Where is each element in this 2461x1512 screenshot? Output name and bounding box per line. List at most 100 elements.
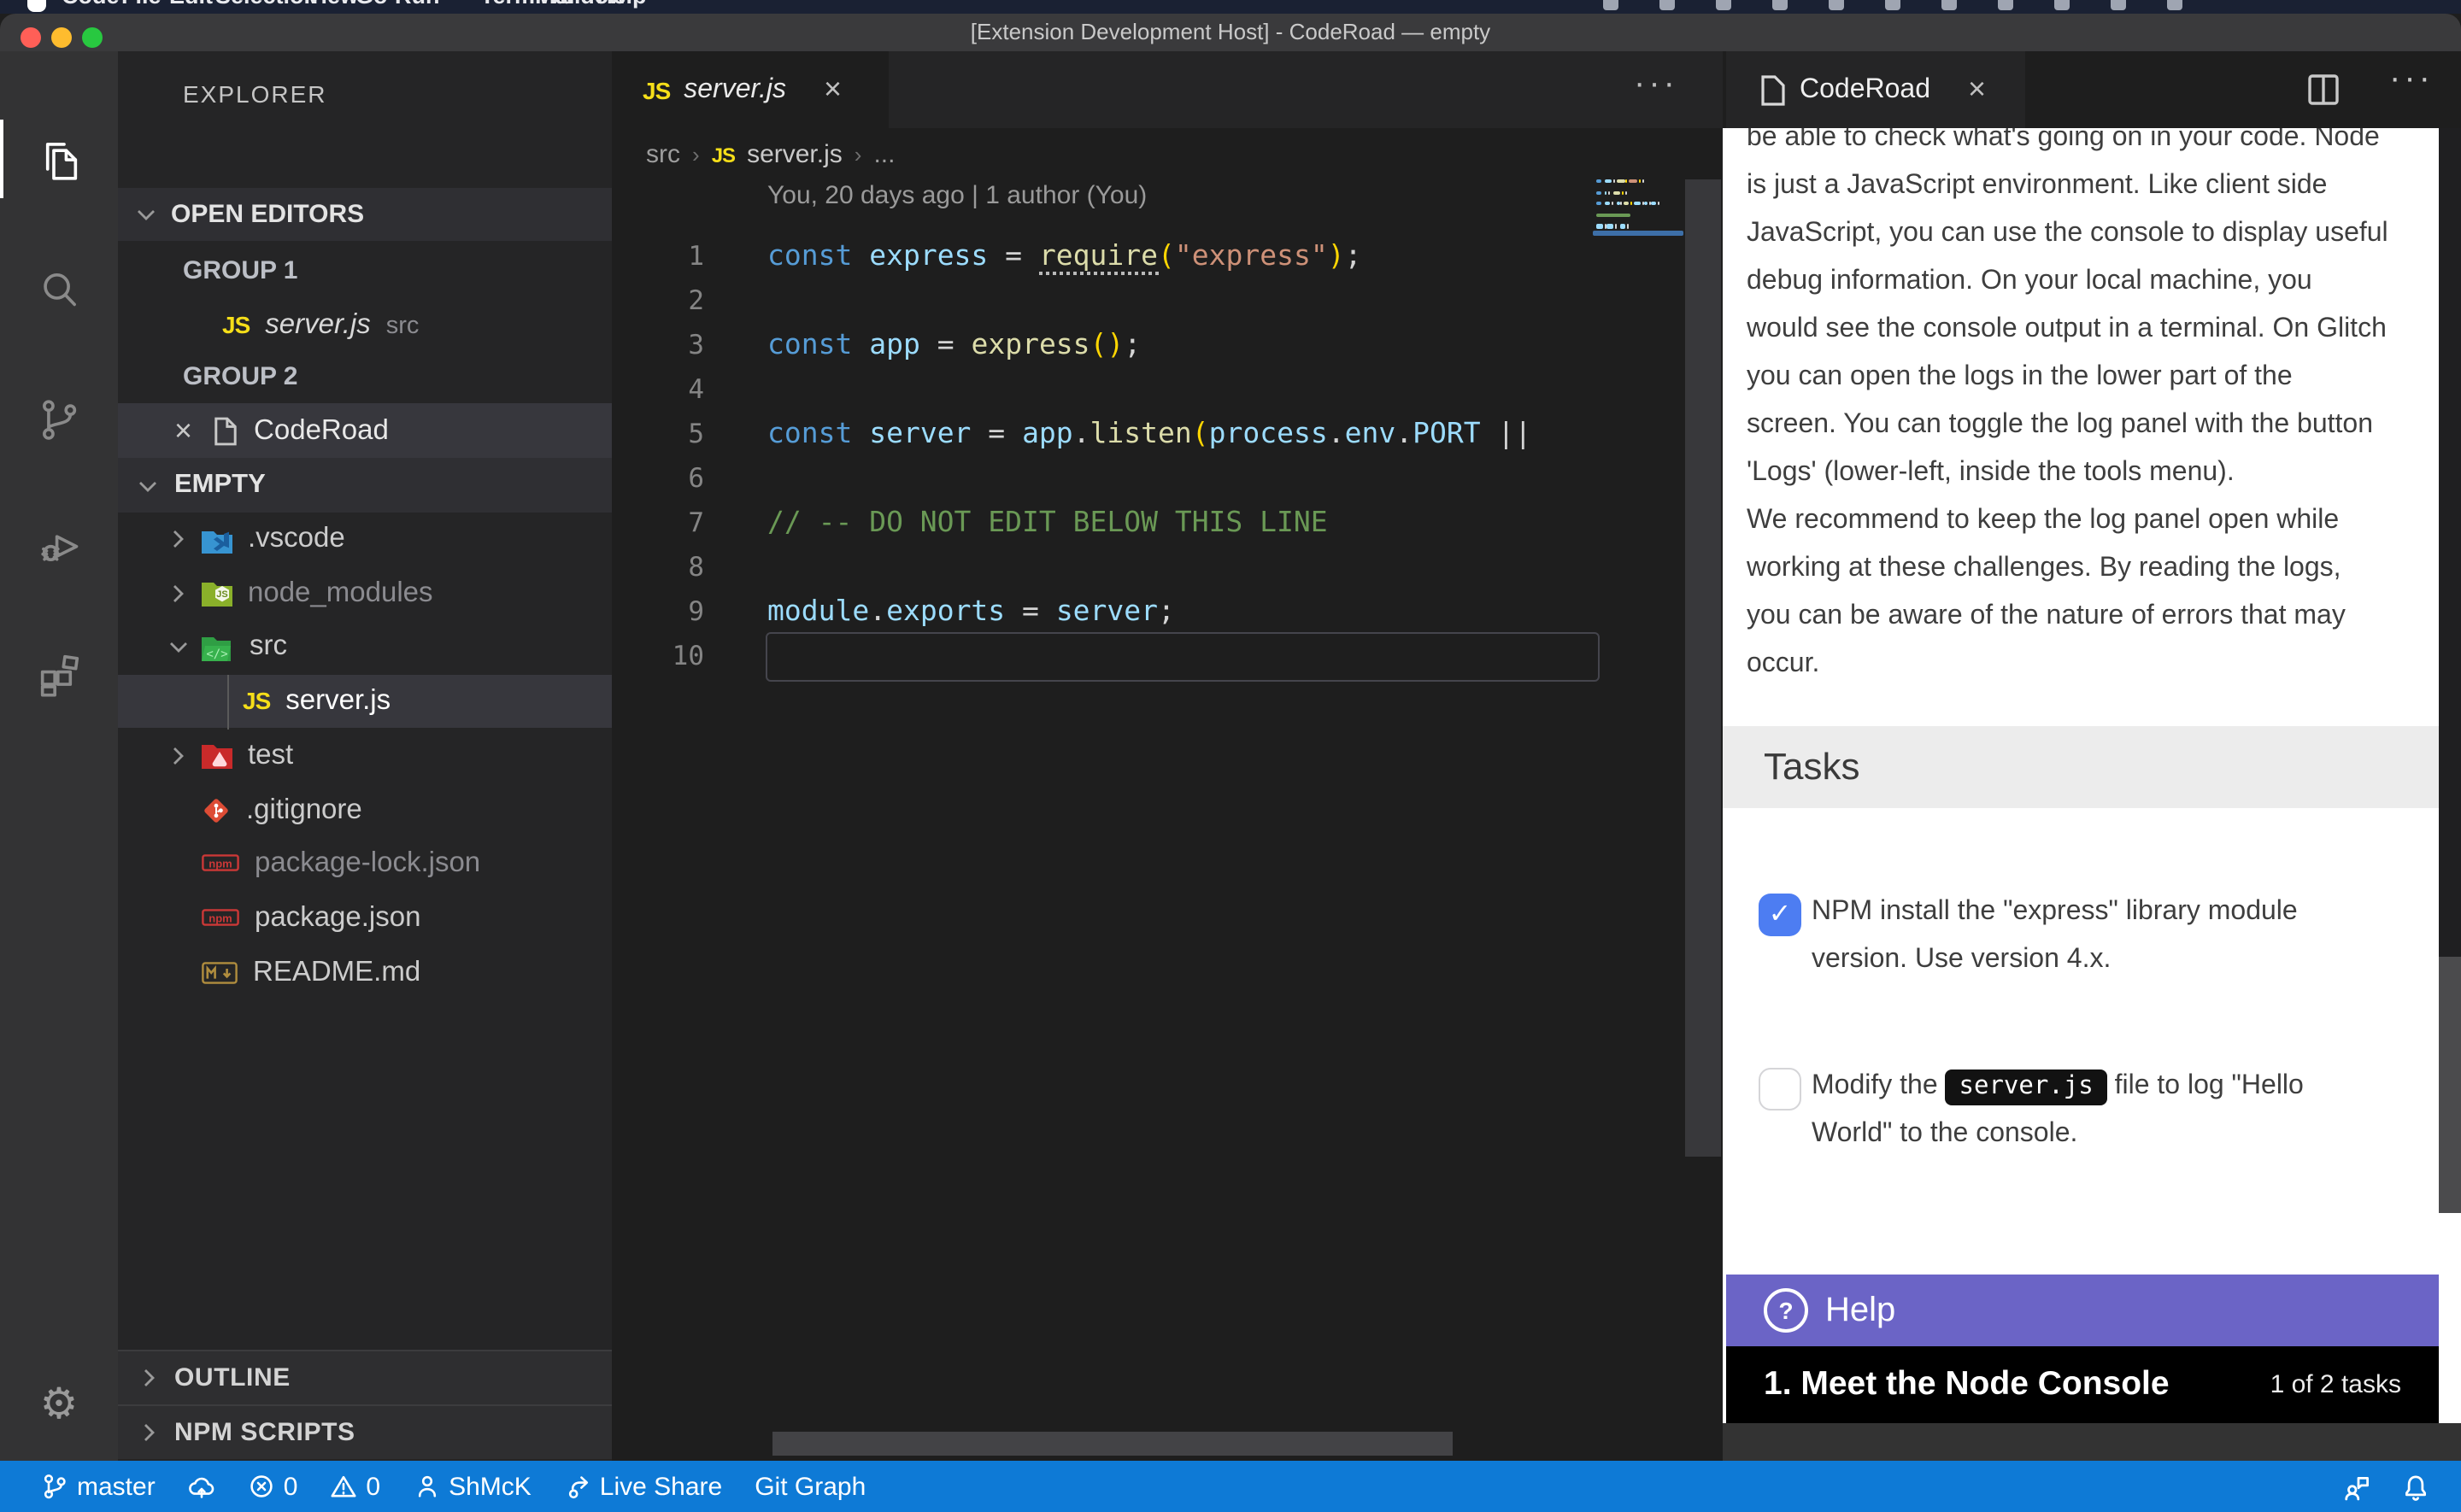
menu-item-run[interactable]: Run	[395, 0, 440, 9]
close-icon[interactable]: ×	[174, 413, 192, 448]
code-line[interactable]: 3const app = express();	[612, 323, 1723, 367]
code-line[interactable]: 7// -- DO NOT EDIT BELOW THIS LINE	[612, 501, 1723, 545]
menu-status-icon[interactable]	[2167, 0, 2182, 10]
menu-item-edit[interactable]: Edit	[169, 0, 213, 9]
open-editor-item-coderoad[interactable]: × CodeRoad	[118, 403, 612, 458]
minimap-line	[1625, 190, 1626, 194]
close-tab-icon[interactable]: ×	[824, 72, 842, 108]
editor-actions-more-icon[interactable]: ···	[1634, 65, 1678, 104]
chevron-down-icon	[164, 633, 193, 662]
menu-item-view[interactable]: View	[306, 0, 358, 9]
statusbar-item-shmck[interactable]: ShMcK	[413, 1472, 532, 1501]
minimap-line	[1649, 202, 1650, 205]
activity-extensions[interactable]	[0, 634, 118, 712]
split-editor-icon[interactable]	[2307, 73, 2340, 106]
code-line[interactable]: 9module.exports = server;	[612, 589, 1723, 634]
folder-header-empty[interactable]: EMPTY	[118, 458, 612, 513]
breadcrumb-src[interactable]: src	[646, 140, 680, 169]
statusbar-item-0[interactable]: 0	[330, 1472, 380, 1501]
npm-icon: npm	[202, 854, 239, 873]
minimap-line	[1642, 202, 1643, 205]
statusbar-feedback-icon[interactable]	[2341, 1472, 2370, 1501]
minimap-line	[1596, 214, 1631, 217]
window-title: [Extension Development Host] - CodeRoad …	[0, 19, 2461, 44]
menu-item-selection[interactable]: Selection	[215, 0, 318, 9]
menu-item-help[interactable]: Help	[596, 0, 647, 9]
tree-item-package-lock-json[interactable]: npmpackage-lock.json	[118, 837, 612, 890]
statusbar-item-master[interactable]: master	[41, 1472, 156, 1501]
statusbar-item-0[interactable]: 0	[248, 1472, 298, 1501]
tree-item-readme-md[interactable]: README.md	[118, 946, 612, 999]
tree-item-server-js[interactable]: JSserver.js	[118, 675, 612, 728]
tree-item-test[interactable]: test	[118, 730, 612, 782]
breadcrumb-symbol[interactable]: ...	[873, 140, 895, 169]
code-line[interactable]: 6	[612, 456, 1723, 501]
code-line[interactable]: 8	[612, 545, 1723, 589]
editor-horizontal-scrollbar[interactable]	[772, 1432, 1453, 1456]
settings-gear[interactable]: ⚙	[0, 1363, 118, 1442]
apple-menu-icon[interactable]	[27, 0, 46, 12]
tab-coderoad[interactable]: CodeRoad ×	[1726, 51, 2025, 128]
section-outline[interactable]: OUTLINE	[118, 1350, 612, 1404]
menu-status-icon[interactable]	[1603, 0, 1618, 10]
menu-status-icon[interactable]	[1998, 0, 2013, 10]
statusbar-item-git-graph[interactable]: Git Graph	[755, 1472, 866, 1501]
close-tab-icon[interactable]: ×	[1968, 72, 1986, 108]
menu-item-code[interactable]: Code	[62, 0, 120, 9]
statusbar-item-cloud-upload-icon[interactable]	[188, 1473, 215, 1500]
menu-status-icon[interactable]	[1941, 0, 1957, 10]
gitlens-blame-annotation[interactable]: You, 20 days ago | 1 author (You)	[767, 181, 1147, 210]
panel-scrollbar-track[interactable]	[2439, 128, 2461, 957]
task-checkbox-1[interactable]: ✓	[1759, 894, 1801, 936]
tree-item-node-modules[interactable]: JSnode_modules	[118, 566, 612, 619]
tree-item--vscode[interactable]: .vscode	[118, 513, 612, 566]
editor-vertical-scrollbar[interactable]	[1685, 179, 1721, 1157]
paragraph-line: 'Logs' (lower-left, inside the tools men…	[1747, 449, 2437, 497]
tree-item-src[interactable]: </>src	[118, 621, 612, 674]
menu-status-icon[interactable]	[1885, 0, 1900, 10]
tree-item-package-json[interactable]: npmpackage.json	[118, 892, 612, 945]
menu-status-icon[interactable]	[2111, 0, 2126, 10]
minimap-line	[1619, 225, 1625, 228]
menu-status-icon[interactable]	[1659, 0, 1675, 10]
code-line[interactable]: 4	[612, 367, 1723, 412]
code-line[interactable]: 5const server = app.listen(process.env.P…	[612, 412, 1723, 456]
minimap[interactable]	[1593, 179, 1683, 299]
minimap-line	[1657, 202, 1659, 205]
explorer-icon	[34, 134, 84, 184]
line-number: 9	[612, 589, 704, 634]
statusbar-bell-icon[interactable]	[2401, 1472, 2430, 1501]
activity-search[interactable]	[0, 249, 118, 328]
lesson-footer[interactable]: 1. Meet the Node Console 1 of 2 tasks	[1726, 1346, 2439, 1423]
panel-scrollbar-thumb[interactable]	[2439, 957, 2461, 1213]
breadcrumb-file[interactable]: server.js	[747, 140, 843, 169]
window-title-bar[interactable]: [Extension Development Host] - CodeRoad …	[0, 14, 2461, 51]
open-editor-item-server-js[interactable]: JS server.js src	[118, 299, 612, 352]
code-line[interactable]: 10	[612, 634, 1723, 678]
more-actions-icon[interactable]: ···	[2389, 60, 2434, 99]
task-checkbox-2[interactable]	[1759, 1068, 1801, 1111]
help-button[interactable]: ? Help	[1726, 1275, 2439, 1346]
breadcrumb[interactable]: src › JS server.js › ...	[646, 140, 896, 169]
activity-explorer[interactable]	[0, 120, 118, 198]
tree-item--gitignore[interactable]: .gitignore	[118, 783, 612, 836]
statusbar-item-live-share[interactable]: Live Share	[564, 1472, 722, 1501]
minimap-line	[1613, 190, 1621, 194]
menu-status-icon[interactable]	[1716, 0, 1731, 10]
open-editors-header[interactable]: OPEN EDITORS	[118, 188, 612, 241]
activity-run-debug[interactable]	[0, 506, 118, 584]
line-number: 10	[612, 634, 704, 678]
menu-status-icon[interactable]	[2054, 0, 2070, 10]
tab-server-js[interactable]: JS server.js ×	[612, 51, 889, 128]
activity-source-control[interactable]	[0, 379, 118, 458]
code-line[interactable]: 1const express = require("express");	[612, 234, 1723, 278]
file-icon	[1760, 74, 1786, 105]
menu-status-icon[interactable]	[1772, 0, 1788, 10]
code-line[interactable]: 2	[612, 278, 1723, 323]
menu-item-file[interactable]: File	[121, 0, 162, 9]
minimap-line	[1604, 225, 1605, 228]
menu-status-icon[interactable]	[1829, 0, 1844, 10]
section-npm-scripts[interactable]: NPM SCRIPTS	[118, 1404, 612, 1458]
chevron-right-icon	[164, 578, 193, 607]
menu-item-go[interactable]: Go	[355, 0, 388, 9]
